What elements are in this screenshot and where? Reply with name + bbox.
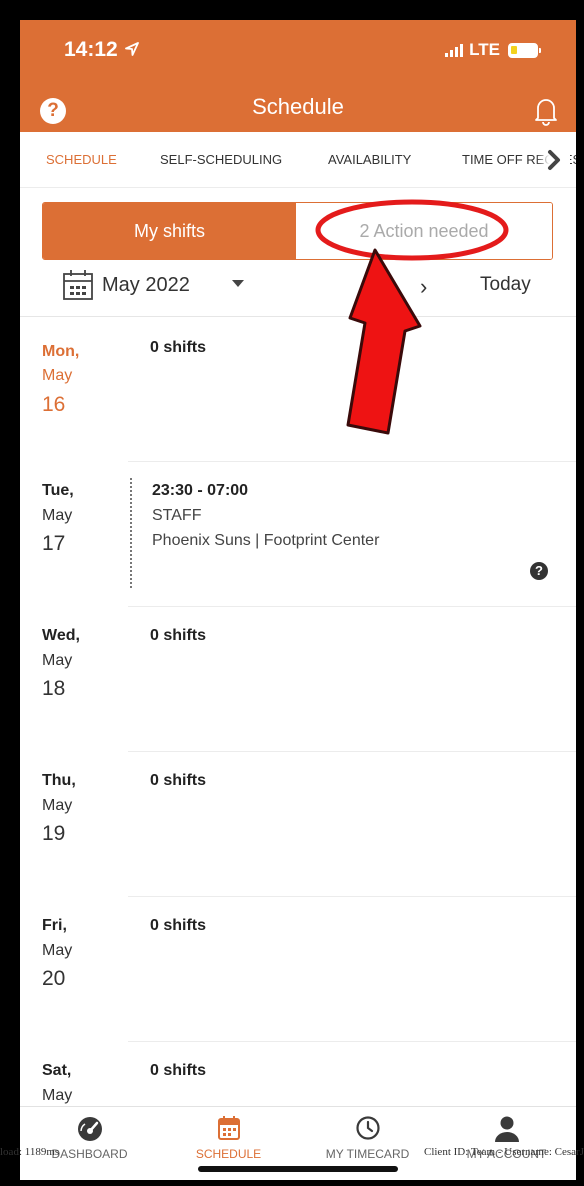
shift-time[interactable]: 23:30 - 07:00 <box>152 482 248 500</box>
day-row[interactable]: Tue, May 17 23:30 - 07:00 STAFF Phoenix … <box>20 462 576 607</box>
day-row[interactable]: Mon, May 16 0 shifts <box>20 317 576 462</box>
shift-count: 0 shifts <box>150 339 207 356</box>
day-number: 16 <box>42 393 66 416</box>
day-weekday: Sat, <box>42 1062 72 1079</box>
my-shifts-tab[interactable]: My shifts <box>43 203 296 259</box>
shift-help-icon[interactable]: ? <box>530 562 548 580</box>
tabs-scroll-right-button[interactable] <box>536 146 570 174</box>
nav-dashboard[interactable]: DASHBOARD <box>20 1107 159 1167</box>
shift-location: Phoenix Suns | Footprint Center <box>152 532 380 549</box>
shift-count: 0 shifts <box>150 1062 207 1079</box>
phone-frame: 14:12 LTE ? Schedule SCHEDULE SELF-SCHED… <box>0 0 584 1186</box>
shift-role: STAFF <box>152 507 202 524</box>
day-row[interactable]: Thu, May 19 0 shifts <box>20 752 576 897</box>
day-weekday: Tue, <box>42 482 74 499</box>
day-weekday: Mon, <box>42 343 80 360</box>
day-number: 19 <box>42 822 66 845</box>
day-weekday: Wed, <box>42 627 80 644</box>
calendar-icon[interactable] <box>62 268 94 307</box>
app-header: 14:12 LTE ? Schedule <box>20 20 576 132</box>
day-row[interactable]: Wed, May 18 0 shifts <box>20 607 576 752</box>
day-row[interactable]: Fri, May 20 0 shifts <box>20 897 576 1042</box>
client-info-text: Client ID: Team - Username: CesarJ <box>423 1146 584 1158</box>
chevron-right-icon <box>548 150 560 170</box>
tab-self-scheduling[interactable]: SELF-SCHEDULING <box>160 152 282 167</box>
clock-icon <box>355 1115 381 1146</box>
next-week-button[interactable]: › <box>420 274 427 300</box>
day-month: May <box>42 652 73 669</box>
status-time: 14:12 <box>64 38 140 62</box>
shift-filter-segment: My shifts 2 Action needed <box>42 202 553 260</box>
shift-count: 0 shifts <box>150 917 207 934</box>
nav-schedule[interactable]: SCHEDULE <box>159 1107 298 1167</box>
day-list: Mon, May 16 0 shifts Tue, May 17 23:30 -… <box>20 316 576 1106</box>
tab-availability[interactable]: AVAILABILITY <box>328 152 411 167</box>
load-time-text: load: 1189ms <box>0 1146 60 1158</box>
dashboard-icon <box>75 1115 105 1146</box>
day-number: 17 <box>42 532 66 555</box>
home-indicator[interactable] <box>198 1166 398 1172</box>
shift-count: 0 shifts <box>150 772 207 789</box>
nav-my-timecard[interactable]: MY TIMECARD <box>298 1107 437 1167</box>
day-weekday: Thu, <box>42 772 76 789</box>
day-month: May <box>42 507 73 524</box>
previous-week-button[interactable]: ‹ <box>360 274 367 300</box>
month-label[interactable]: May 2022 <box>102 274 190 297</box>
caret-down-icon[interactable] <box>232 280 244 287</box>
shift-timeline <box>130 478 132 588</box>
nav-label: SCHEDULE <box>195 1147 262 1161</box>
today-button[interactable]: Today <box>480 274 531 296</box>
tab-bar: SCHEDULE SELF-SCHEDULING AVAILABILITY TI… <box>20 132 576 188</box>
tab-schedule[interactable]: SCHEDULE <box>46 152 117 167</box>
day-row[interactable]: Sat, May 0 shifts <box>20 1042 576 1107</box>
bell-icon[interactable] <box>534 96 558 131</box>
calendar-icon <box>217 1115 241 1146</box>
nav-label: MY TIMECARD <box>325 1147 410 1161</box>
nav-my-account[interactable]: MY ACCOUNT <box>437 1107 576 1167</box>
day-number: 20 <box>42 967 66 990</box>
day-month: May <box>42 942 73 959</box>
signal-icon <box>445 43 464 57</box>
network-label: LTE <box>469 40 500 59</box>
page-title: Schedule <box>252 94 344 119</box>
day-month: May <box>42 1087 73 1104</box>
day-number: 18 <box>42 677 66 700</box>
day-month: May <box>42 367 73 384</box>
shift-count: 0 shifts <box>150 627 207 644</box>
user-icon <box>494 1115 520 1148</box>
action-needed-tab[interactable]: 2 Action needed <box>296 203 552 259</box>
status-indicators: LTE <box>445 40 541 60</box>
battery-icon <box>508 42 541 58</box>
day-weekday: Fri, <box>42 917 67 934</box>
app-screen: 14:12 LTE ? Schedule SCHEDULE SELF-SCHED… <box>20 20 576 1180</box>
month-navigator: May 2022 ‹ › Today <box>42 266 553 310</box>
day-month: May <box>42 797 73 814</box>
